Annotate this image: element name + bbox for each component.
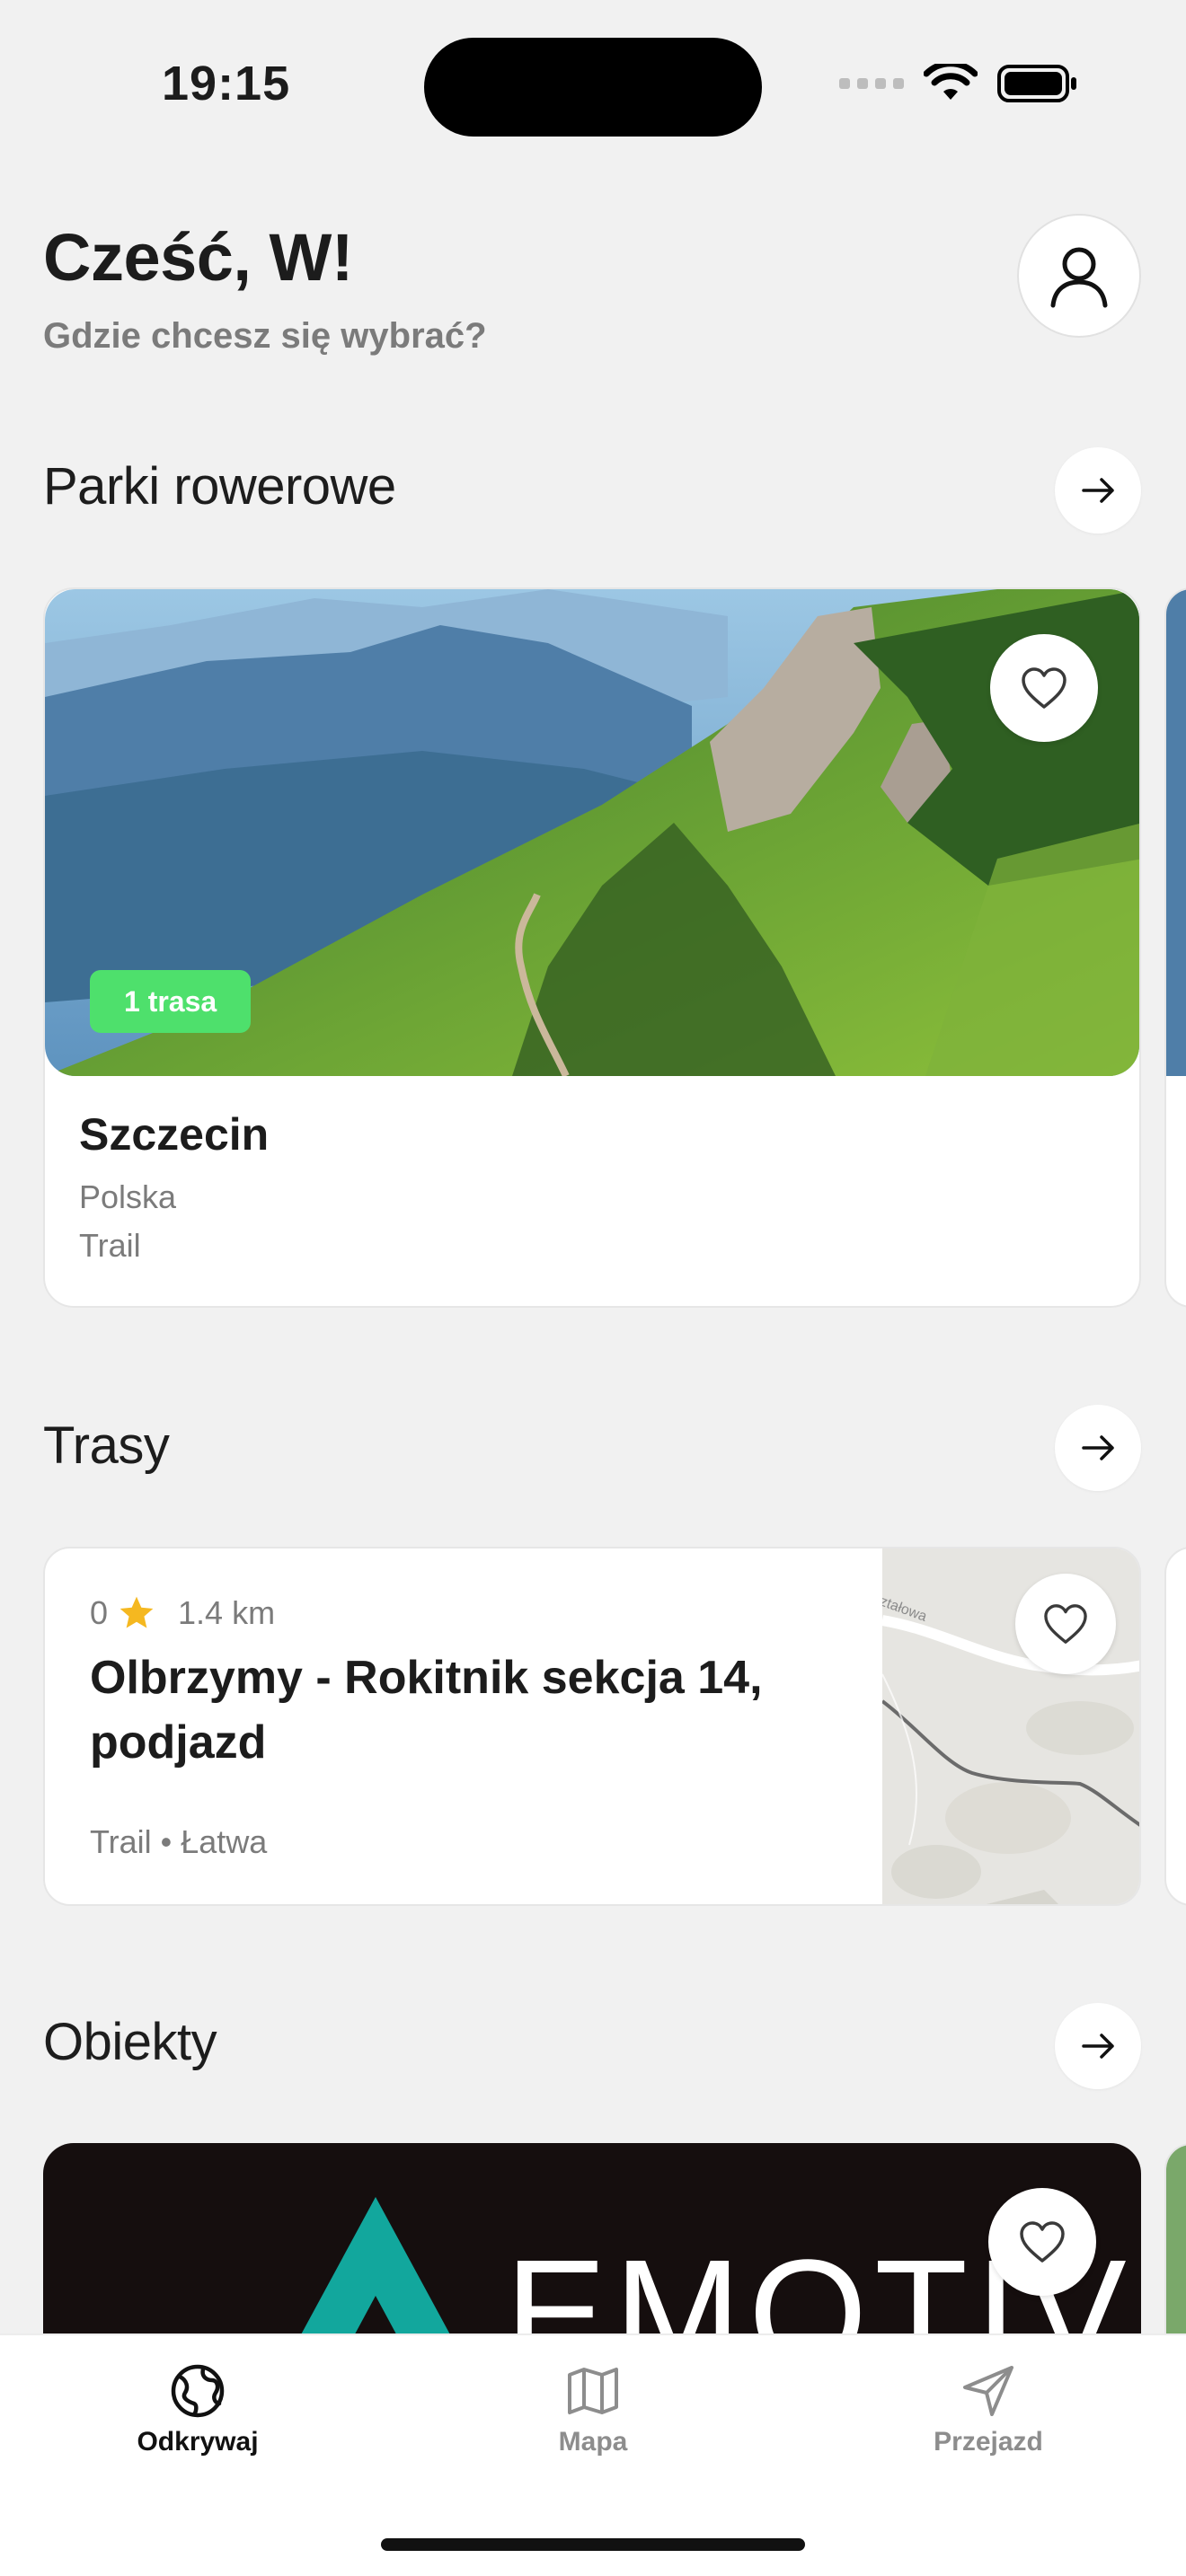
dynamic-island [424, 38, 762, 137]
section-title-routes: Trasy [43, 1416, 170, 1475]
park-favorite-button[interactable] [990, 634, 1098, 742]
routes-see-all-button[interactable] [1055, 1405, 1141, 1491]
arrow-right-icon [1082, 1435, 1114, 1460]
greeting-subtitle: Gdzie chcesz się wybrać? [43, 316, 487, 356]
section-title-parks: Parki rowerowe [43, 457, 396, 516]
parks-see-all-button[interactable] [1055, 447, 1141, 534]
tab-odkrywaj[interactable]: Odkrywaj [99, 2362, 296, 2457]
park-name: Szczecin [79, 1109, 270, 1160]
greeting-title: Cześć, W! [43, 220, 354, 295]
park-card-next[interactable] [1164, 587, 1186, 1308]
park-type: Trail [79, 1227, 141, 1264]
heart-icon [1020, 2221, 1065, 2263]
user-icon [1050, 247, 1108, 308]
map-icon [568, 2368, 618, 2414]
wifi-icon [924, 64, 978, 100]
heart-icon [1022, 667, 1067, 709]
park-card[interactable]: 1 trasa Szczecin Polska Trail [43, 587, 1141, 1308]
status-icons [839, 63, 1078, 104]
route-distance: 1.4 km [178, 1594, 276, 1631]
tab-label: Przejazd [934, 2427, 1043, 2457]
tab-przejazd[interactable]: Przejazd [890, 2362, 1087, 2457]
home-indicator [381, 2538, 805, 2551]
tab-mapa[interactable]: Mapa [494, 2362, 692, 2457]
route-meta: 0 1.4 km [90, 1593, 275, 1633]
route-card-next[interactable] [1164, 1547, 1186, 1906]
battery-icon [997, 65, 1076, 102]
object-favorite-button[interactable] [988, 2188, 1096, 2296]
park-country: Polska [79, 1178, 177, 1215]
route-favorite-button[interactable] [1015, 1574, 1116, 1674]
navigation-icon [963, 2366, 1013, 2416]
profile-button[interactable] [1017, 214, 1141, 338]
route-count-badge: 1 trasa [90, 970, 252, 1033]
arrow-right-icon [1082, 478, 1114, 503]
status-time: 19:15 [162, 57, 291, 110]
objects-see-all-button[interactable] [1055, 2003, 1141, 2089]
globe-icon [171, 2364, 225, 2418]
tab-label: Odkrywaj [137, 2427, 259, 2457]
signal-icon [839, 78, 904, 89]
park-photo: 1 trasa [45, 589, 1139, 1076]
route-card[interactable]: 0 1.4 km Olbrzymy - Rokitnik sekcja 14, … [43, 1547, 1141, 1906]
route-tags: Trail • Łatwa [90, 1823, 268, 1860]
route-map-thumbnail: ztałowa [878, 1548, 1139, 1904]
star-icon [119, 1596, 154, 1628]
arrow-right-icon [1082, 2033, 1114, 2059]
route-rating: 0 [90, 1594, 109, 1631]
heart-icon [1044, 1604, 1087, 1644]
tab-label: Mapa [558, 2427, 628, 2457]
route-name: Olbrzymy - Rokitnik sekcja 14, podjazd [90, 1652, 763, 1769]
section-title-objects: Obiekty [43, 2013, 217, 2071]
